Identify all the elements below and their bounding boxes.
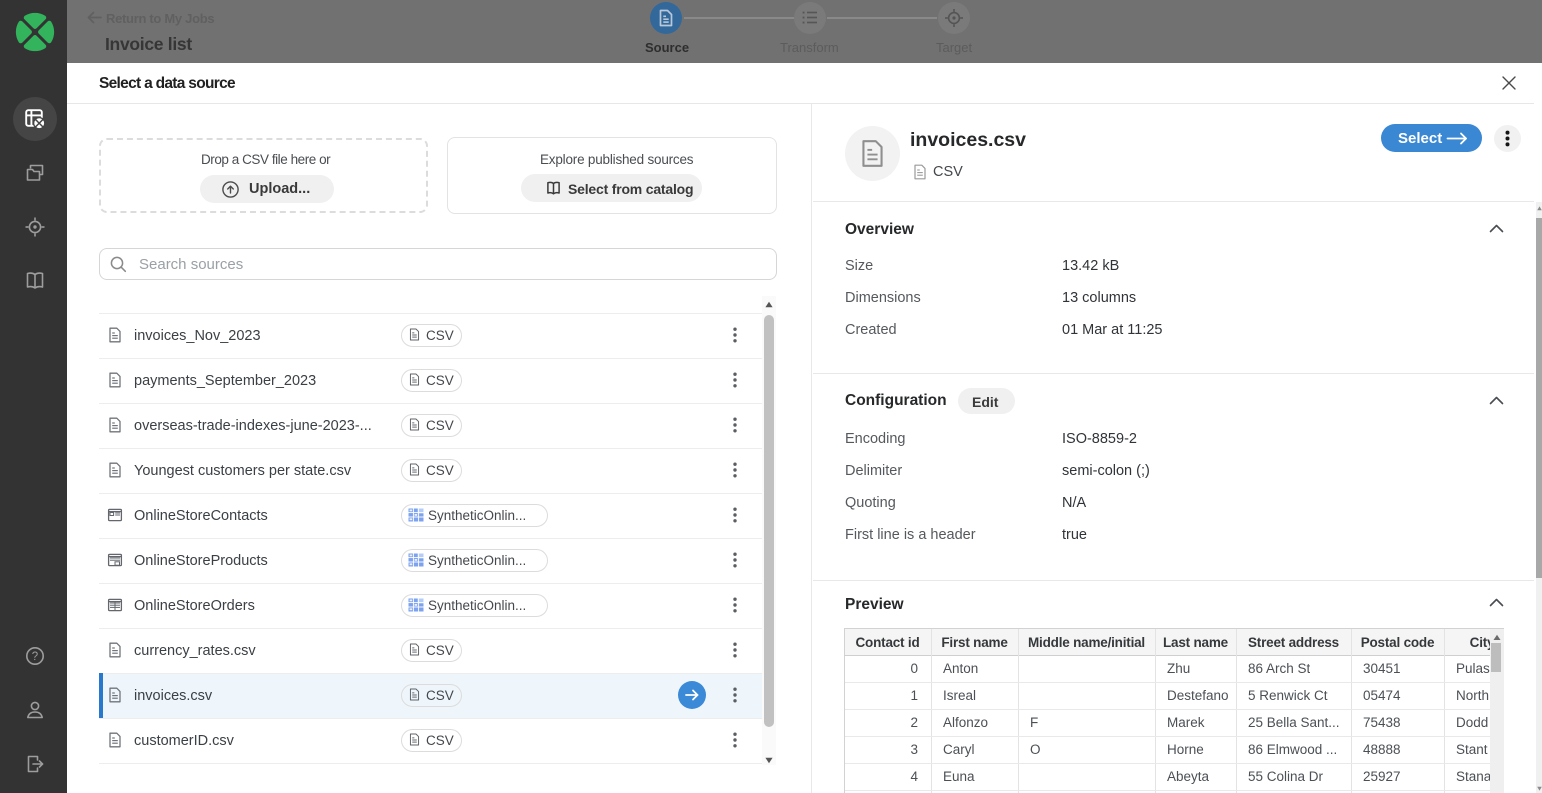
- svg-text:?: ?: [32, 651, 38, 663]
